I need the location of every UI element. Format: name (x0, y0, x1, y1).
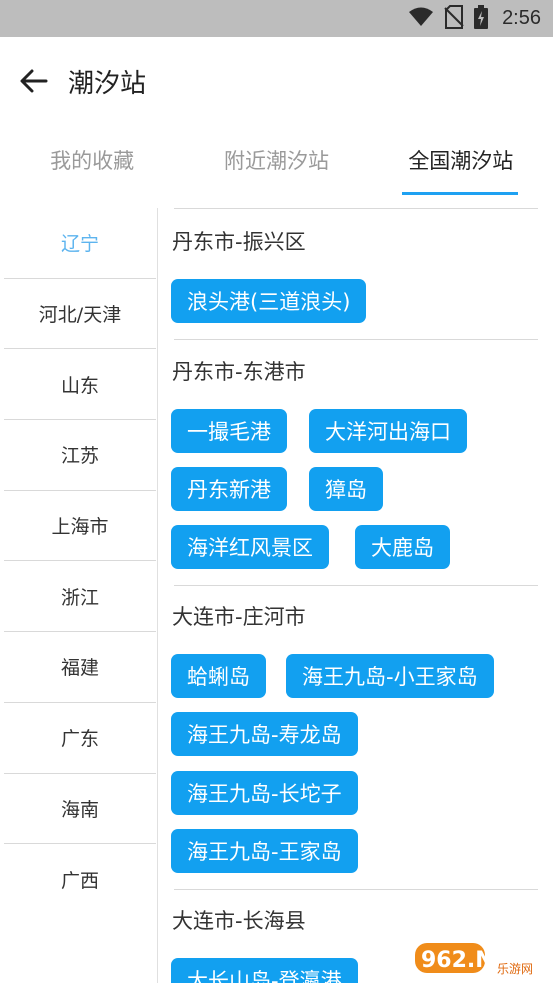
divider (174, 339, 538, 340)
tab-national-stations[interactable]: 全国潮汐站 (369, 125, 553, 195)
station-chip[interactable]: 大长山岛-登瀛港 (171, 958, 358, 983)
status-icons: 2:56 (408, 0, 541, 37)
province-item-fujian[interactable]: 福建 (4, 632, 156, 703)
group-title: 大连市-长海县 (172, 909, 306, 933)
station-groups: 丹东市-振兴区 浪头港(三道浪头) 丹东市-东港市 一撮毛港 大洋河出海口 丹东… (158, 208, 553, 983)
province-item-guangdong[interactable]: 广东 (4, 703, 156, 774)
station-chip[interactable]: 海王九岛-王家岛 (171, 829, 358, 873)
watermark-logo: 962.NET 乐游网 (413, 937, 545, 977)
province-item-zhejiang[interactable]: 浙江 (4, 561, 156, 633)
divider (174, 889, 538, 890)
station-chip[interactable]: 丹东新港 (171, 467, 287, 511)
app-bar: 潮汐站 (0, 37, 553, 125)
station-chip[interactable]: 浪头港(三道浪头) (171, 279, 367, 323)
back-button[interactable] (14, 61, 54, 101)
active-tab-indicator (402, 192, 518, 195)
status-time: 2:56 (502, 7, 541, 29)
province-item-hainan[interactable]: 海南 (4, 774, 156, 845)
station-chip[interactable]: 海王九岛-寿龙岛 (171, 712, 358, 756)
status-bar: 2:56 (0, 0, 553, 37)
wifi-icon (408, 7, 434, 31)
page-title: 潮汐站 (68, 69, 147, 99)
tab-favorites[interactable]: 我的收藏 (0, 125, 184, 195)
group-title: 大连市-庄河市 (172, 605, 306, 629)
province-item-jiangsu[interactable]: 江苏 (4, 420, 156, 491)
province-item-hebei-tianjin[interactable]: 河北/天津 (4, 279, 156, 350)
tab-nearby-stations[interactable]: 附近潮汐站 (184, 125, 368, 195)
battery-charging-icon (474, 4, 489, 33)
station-chip[interactable]: 海王九岛-小王家岛 (286, 654, 494, 698)
province-item-liaoning[interactable]: 辽宁 (4, 208, 156, 279)
divider (174, 208, 538, 209)
province-list: 辽宁 河北/天津 山东 江苏 上海市 浙江 福建 广东 海南 广西 (0, 208, 156, 983)
station-chip[interactable]: 海王九岛-长坨子 (171, 771, 358, 815)
no-sim-icon (444, 4, 464, 33)
station-chip[interactable]: 大鹿岛 (355, 525, 450, 569)
station-chip[interactable]: 海洋红风景区 (171, 525, 329, 569)
province-item-shanghai[interactable]: 上海市 (4, 491, 156, 562)
station-chip[interactable]: 大洋河出海口 (309, 409, 467, 453)
province-item-shandong[interactable]: 山东 (4, 349, 156, 421)
divider (174, 585, 538, 586)
tab-bar: 我的收藏 附近潮汐站 全国潮汐站 (0, 125, 553, 195)
watermark-sub: 乐游网 (497, 962, 533, 976)
province-item-guangxi[interactable]: 广西 (4, 844, 156, 915)
group-title: 丹东市-东港市 (172, 360, 306, 384)
arrow-left-icon (20, 69, 48, 93)
station-chip[interactable]: 一撮毛港 (171, 409, 287, 453)
group-title: 丹东市-振兴区 (172, 230, 306, 254)
station-chip[interactable]: 蛤蜊岛 (171, 654, 266, 698)
station-chip[interactable]: 獐岛 (309, 467, 383, 511)
